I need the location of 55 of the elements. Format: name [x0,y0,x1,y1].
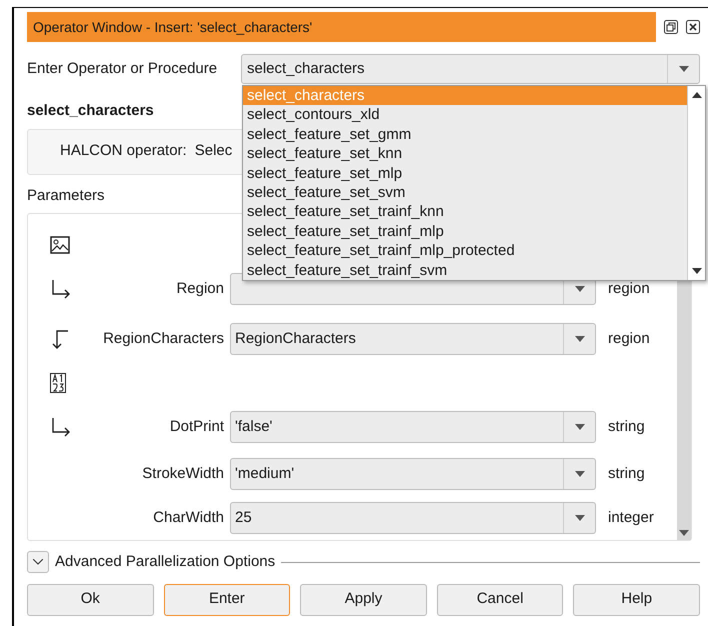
operator-label: Enter Operator or Procedure [27,58,218,79]
dialog-button[interactable]: Apply [300,584,427,616]
caret-icon [574,286,584,292]
output-arrow-icon [50,279,72,299]
parameter-type: region [608,278,650,299]
scroll-up-icon[interactable] [692,92,702,98]
input-arrow-icon [50,328,70,350]
dropdown-item[interactable]: select_feature_set_trainf_mlp [243,222,687,242]
dropdown-item[interactable]: select_feature_set_mlp [243,164,687,183]
dropdown-item[interactable]: select_feature_set_trainf_mlp_protected [243,241,687,261]
dropdown-item[interactable]: select_feature_set_svm [243,182,687,202]
restore-icon[interactable] [664,20,678,34]
operator-heading: select_characters [27,101,154,121]
parameter-combobox[interactable]: 'false' [230,411,596,443]
close-icon[interactable] [686,20,700,34]
dropdown-item[interactable]: select_feature_set_trainf_svm [243,260,687,280]
parameter-label: RegionCharacters [102,328,225,349]
caret-icon [574,424,584,430]
dialog-button[interactable]: Cancel [436,584,564,616]
chevron-icon [33,559,43,566]
dropdown-item[interactable]: select_feature_set_gmm [243,124,687,144]
dialog-button[interactable]: Ok [27,584,154,616]
output-arrow-icon [50,417,72,437]
window-title: Operator Window - Insert: 'select_characters' [27,12,656,42]
parameter-combobox[interactable]: 'medium' [230,458,596,490]
parameters-title: Parameters [27,186,105,206]
parameter-combobox[interactable]: RegionCharacters [230,323,596,355]
dropdown-item[interactable]: select_feature_set_trainf_knn [243,202,687,222]
description-text: Selec [194,141,232,162]
description-label: HALCON operator: [60,141,187,162]
parameter-type: integer [608,508,654,528]
caret-icon [574,471,584,477]
dialog-button[interactable]: Enter [164,584,290,616]
operator-combobox[interactable]: select_characters [241,54,700,84]
dropdown-item[interactable]: select_contours_xld [243,105,687,125]
parameter-type: string [608,416,645,437]
caret-icon [574,515,584,521]
dialog-button[interactable]: Help [573,584,700,616]
parameter-label: DotPrint [168,416,225,437]
caret-icon [679,530,689,536]
expand-button[interactable] [27,551,49,574]
parameter-combobox[interactable]: 25 [230,502,596,534]
caret-icon [574,336,584,342]
dropdown-item[interactable]: select_feature_set_knn [243,144,687,164]
parameter-type: string [608,464,645,484]
scrollbar[interactable] [687,86,705,280]
scroll-down-icon[interactable] [692,268,702,274]
text-icon [50,373,66,393]
caret-icon [678,66,688,72]
parameter-label: Region [175,278,225,299]
image-icon [50,236,70,254]
parameter-label: CharWidth [152,508,225,528]
parameter-type: region [608,328,650,349]
advanced-label: Advanced Parallelization Options [55,552,276,572]
parameter-label: StrokeWidth [141,464,225,484]
